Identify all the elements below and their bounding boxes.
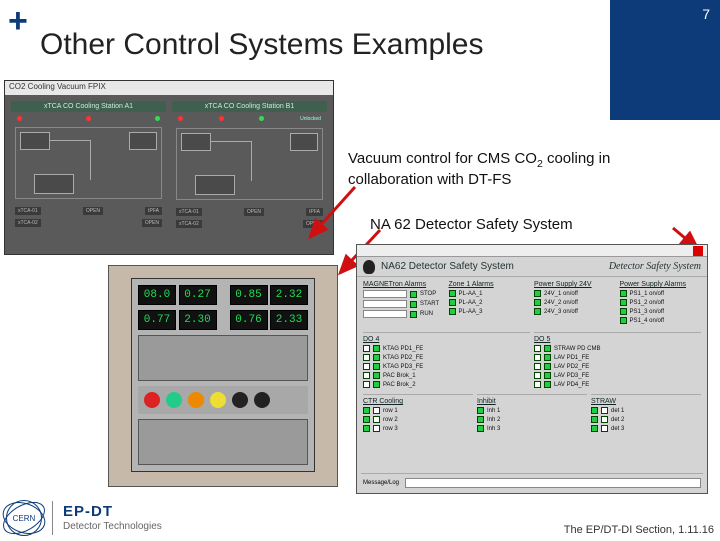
close-icon [693, 246, 703, 256]
cern-logo-icon: CERN [6, 500, 42, 536]
scada-panel-a-head: xTCA CO Cooling Station A1 [11, 101, 166, 112]
knob-black [232, 392, 248, 408]
dss-footer: Message/Log [361, 473, 703, 491]
scada-titlebar: CO2 Cooling Vacuum FPIX [5, 81, 333, 95]
slide-footer: CERN EP-DT Detector Technologies The EP/… [6, 500, 714, 536]
footer-right: The EP/DT-DI Section, 1.11.16 [564, 524, 714, 536]
plus-icon: + [8, 2, 28, 41]
rack-lower-slot [138, 419, 308, 465]
rack-photo: 08.0 0.27 0.85 2.32 0.77 2.30 0.76 2.33 [108, 265, 338, 487]
slide-title: Other Control Systems Examples [40, 28, 483, 62]
caption-vacuum: Vacuum control for CMS CO2 cooling in co… [348, 150, 658, 190]
knob-red [144, 392, 160, 408]
dss-mid-grid: DO 4 KTAG PD1_FE KTAG PD2_FE KTAG PD3_FE… [357, 330, 707, 392]
tux-icon [363, 260, 375, 274]
footer-divider [52, 501, 53, 535]
rack-control-row [138, 386, 308, 414]
dss-title-left: NA62 Detector Safety System [381, 261, 514, 272]
ep-dt-label: EP-DT Detector Technologies [63, 504, 162, 532]
dss-top-grid: MAGNETron Alarms STOP START RUN Zone 1 A… [357, 277, 707, 330]
slide-number-block: 7 [610, 0, 720, 120]
scada-panel-b-head: xTCA CO Cooling Station B1 [172, 101, 327, 112]
dss-title-right: Detector Safety System [609, 261, 701, 272]
dss-screenshot: NA62 Detector Safety System Detector Saf… [356, 244, 708, 494]
rack-displays-row2: 0.77 2.30 0.76 2.33 [138, 310, 308, 330]
knob-black-2 [254, 392, 270, 408]
slide-number: 7 [702, 6, 710, 22]
dss-window-bar [357, 245, 707, 257]
dss-bottom-grid: CTR Cooling row 1 row 2 row 3 Inhibit In… [357, 392, 707, 436]
caption-na62: NA 62 Detector Safety System [370, 216, 700, 233]
scada-panel-a: xTCA CO Cooling Station A1 xTCA-01 OPEN … [11, 101, 166, 230]
knob-green [166, 392, 182, 408]
rack-displays-row1: 08.0 0.27 0.85 2.32 [138, 285, 308, 305]
scada-screenshot: CO2 Cooling Vacuum FPIX xTCA CO Cooling … [4, 80, 334, 255]
rack-card-cage [138, 335, 308, 381]
scada-diagram-a [15, 127, 162, 199]
knob-orange [188, 392, 204, 408]
knob-yellow [210, 392, 226, 408]
